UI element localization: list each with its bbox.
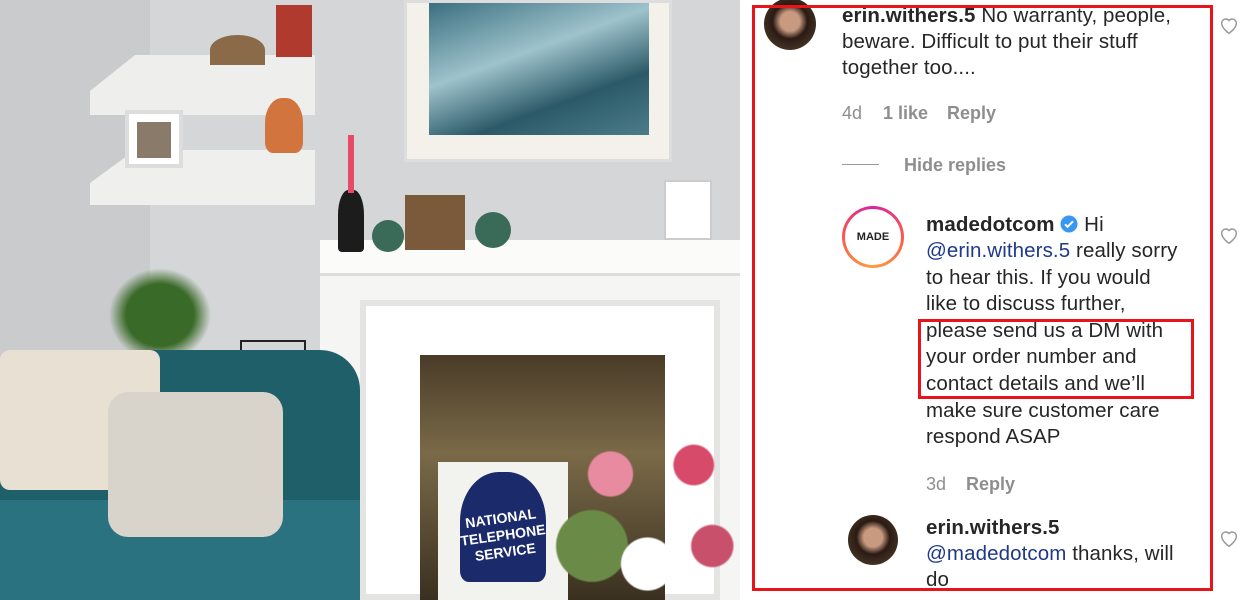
enamel-sign: NATIONAL TELEPHONE SERVICE: [438, 462, 568, 600]
highlight-box: [752, 5, 1213, 591]
interior-photo: NATIONAL TELEPHONE SERVICE: [0, 0, 740, 600]
shelf: [90, 150, 315, 205]
painting: [404, 0, 672, 162]
flowers: [555, 420, 740, 600]
cushion: [108, 392, 283, 537]
heart-icon[interactable]: [1218, 14, 1240, 36]
heart-icon[interactable]: [1218, 527, 1240, 549]
heart-icon[interactable]: [1218, 224, 1240, 246]
instagram-comments-panel: erin.withers.5 No warranty, people, bewa…: [740, 0, 1250, 600]
